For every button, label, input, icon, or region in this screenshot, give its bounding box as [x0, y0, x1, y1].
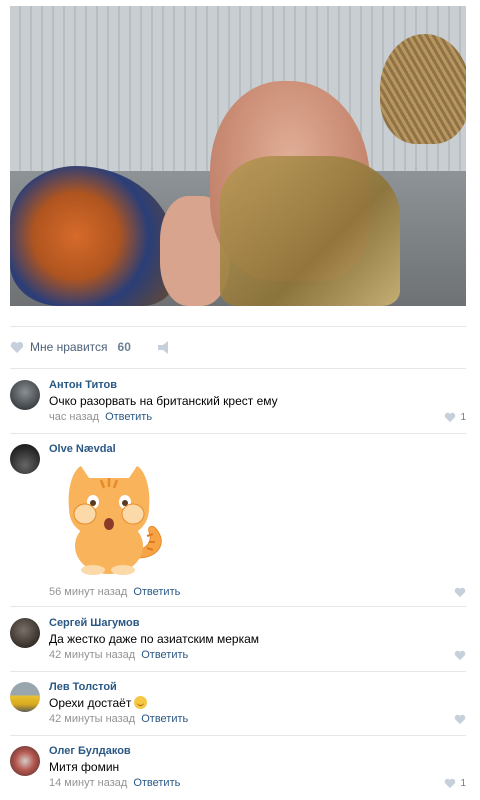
comment-meta: час назад Ответить — [49, 410, 466, 424]
comment-like[interactable]: 1 — [444, 778, 466, 789]
comment-item: Олег Булдаков Митя фомин 14 минут назад О… — [10, 744, 466, 794]
comment-time[interactable]: 42 минуты назад — [49, 713, 135, 725]
reply-link[interactable]: Ответить — [133, 586, 180, 598]
comment-text: Митя фомин — [49, 760, 120, 774]
comment-time[interactable]: 42 минуты назад — [49, 649, 135, 661]
comment-time[interactable]: 56 минут назад — [49, 586, 127, 598]
heart-icon[interactable] — [444, 778, 456, 789]
comment-like[interactable] — [454, 650, 466, 661]
comment-text-value: Орехи достаёт — [49, 696, 132, 710]
comment-like-count: 1 — [460, 778, 466, 789]
comment-meta: 42 минуты назад Ответить — [49, 712, 466, 726]
likes-bar[interactable]: Мне нравится 60 — [10, 337, 173, 357]
heart-icon[interactable] — [454, 650, 466, 661]
photo-headdress — [380, 34, 466, 144]
divider — [10, 368, 466, 369]
comment-text: Очко разорвать на британский крест ему — [49, 394, 278, 408]
comment-time[interactable]: 14 минут назад — [49, 777, 127, 789]
comment-item: Лев Толстой Орехи достаёт 42 минуты наза… — [10, 680, 466, 730]
comment-meta: 56 минут назад Ответить — [49, 585, 466, 599]
heart-icon[interactable] — [454, 714, 466, 725]
photo-costume — [220, 156, 400, 306]
post-photo[interactable] — [10, 6, 466, 306]
user-avatar-icon[interactable] — [10, 380, 40, 410]
reply-link[interactable]: Ответить — [105, 411, 152, 423]
likes-label: Мне нравится — [30, 340, 108, 354]
reply-link[interactable]: Ответить — [141, 713, 188, 725]
reply-link[interactable]: Ответить — [141, 649, 188, 661]
comment-like[interactable]: 1 — [444, 412, 466, 423]
comment-like[interactable] — [454, 714, 466, 725]
divider — [10, 671, 466, 672]
comment-meta: 42 минуты назад Ответить — [49, 648, 466, 662]
user-avatar-icon[interactable] — [10, 746, 40, 776]
comment-like-count: 1 — [460, 412, 466, 423]
comment-meta: 14 минут назад Ответить — [49, 776, 466, 790]
share-icon[interactable] — [157, 340, 173, 354]
heart-icon[interactable] — [10, 341, 24, 354]
comment-text: Орехи достаёт — [49, 695, 466, 711]
comment-author[interactable]: Антон Титов — [49, 378, 466, 392]
comment-author[interactable]: Лев Толстой — [49, 680, 466, 694]
heart-icon[interactable] — [454, 587, 466, 598]
comment-item: Olve Nævdal 56 минут назад Ответить — [10, 442, 466, 600]
comment-text: Да жестко даже по азиатским меркам — [49, 632, 260, 646]
cat-sticker-icon — [68, 466, 162, 575]
divider — [10, 606, 466, 607]
comment-author[interactable]: Olve Nævdal — [49, 442, 466, 456]
comment-time[interactable]: час назад — [49, 411, 99, 423]
divider — [10, 433, 466, 434]
reply-link[interactable]: Ответить — [133, 777, 180, 789]
likes-count: 60 — [117, 340, 131, 354]
smile-emoji-icon — [134, 696, 148, 709]
comment-author[interactable]: Олег Булдаков — [49, 744, 466, 758]
comment-author[interactable]: Сергей Шагумов — [49, 616, 466, 630]
comment-item: Сергей Шагумов Да жестко даже по азиатск… — [10, 616, 466, 666]
comment-like[interactable] — [454, 587, 466, 598]
divider — [10, 735, 466, 736]
user-avatar-icon[interactable] — [10, 682, 40, 712]
user-avatar-icon[interactable] — [10, 618, 40, 648]
heart-icon[interactable] — [444, 412, 456, 423]
comment-item: Антон Титов Очко разорвать на британский… — [10, 378, 466, 428]
user-avatar-icon[interactable] — [10, 444, 40, 474]
divider — [10, 326, 466, 327]
